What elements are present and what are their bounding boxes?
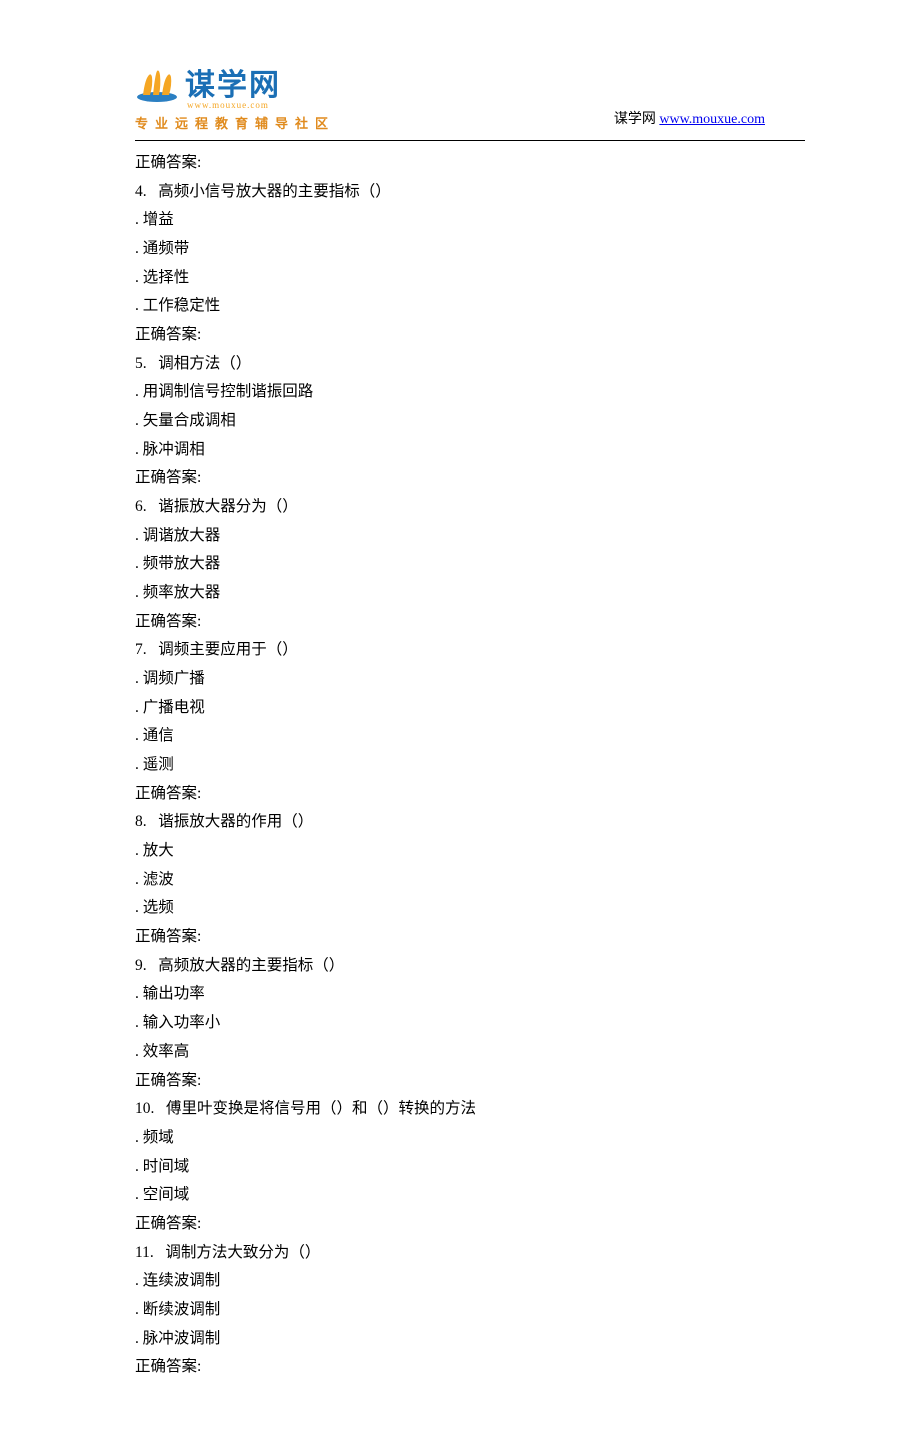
text-line: . 放大 <box>135 837 805 866</box>
text-line: 正确答案: <box>135 149 805 178</box>
text-line: . 输出功率 <box>135 980 805 1009</box>
text-line: . 遥测 <box>135 751 805 780</box>
document-body: 正确答案:4. 高频小信号放大器的主要指标（）. 增益. 通频带. 选择性. 工… <box>135 149 805 1382</box>
header-divider <box>135 140 805 141</box>
header-link[interactable]: www.mouxue.com <box>659 112 765 127</box>
text-line: . 增益 <box>135 206 805 235</box>
text-line: . 工作稳定性 <box>135 292 805 321</box>
text-line: . 调谐放大器 <box>135 522 805 551</box>
text-line: . 输入功率小 <box>135 1009 805 1038</box>
text-line: . 用调制信号控制谐振回路 <box>135 378 805 407</box>
logo-text-wrap: 谋学网 www.mouxue.com <box>185 60 281 110</box>
text-line: 正确答案: <box>135 1353 805 1382</box>
text-line: . 选择性 <box>135 264 805 293</box>
logo-block: 谋学网 www.mouxue.com 专业远程教育辅导社区 <box>135 60 335 132</box>
text-line: 8. 谐振放大器的作用（） <box>135 808 805 837</box>
text-line: . 通信 <box>135 722 805 751</box>
text-line: . 空间域 <box>135 1181 805 1210</box>
text-line: . 通频带 <box>135 235 805 264</box>
text-line: . 连续波调制 <box>135 1267 805 1296</box>
text-line: 4. 高频小信号放大器的主要指标（） <box>135 178 805 207</box>
text-line: 正确答案: <box>135 1067 805 1096</box>
text-line: 正确答案: <box>135 1210 805 1239</box>
text-line: . 频带放大器 <box>135 550 805 579</box>
text-line: . 调频广播 <box>135 665 805 694</box>
text-line: . 矢量合成调相 <box>135 407 805 436</box>
text-line: . 效率高 <box>135 1038 805 1067</box>
text-line: 正确答案: <box>135 321 805 350</box>
logo-url-small: www.mouxue.com <box>187 100 281 110</box>
text-line: . 时间域 <box>135 1153 805 1182</box>
logo-row: 谋学网 www.mouxue.com <box>135 60 335 110</box>
text-line: . 脉冲波调制 <box>135 1325 805 1354</box>
text-line: . 断续波调制 <box>135 1296 805 1325</box>
text-line: . 频率放大器 <box>135 579 805 608</box>
page-header: 谋学网 www.mouxue.com 专业远程教育辅导社区 谋学网 www.mo… <box>135 60 805 132</box>
text-line: . 滤波 <box>135 866 805 895</box>
text-line: 正确答案: <box>135 780 805 809</box>
text-line: . 选频 <box>135 894 805 923</box>
text-line: 9. 高频放大器的主要指标（） <box>135 952 805 981</box>
text-line: 10. 傅里叶变换是将信号用（）和（）转换的方法 <box>135 1095 805 1124</box>
text-line: 5. 调相方法（） <box>135 350 805 379</box>
text-line: . 广播电视 <box>135 694 805 723</box>
logo-icon <box>135 67 179 103</box>
text-line: 正确答案: <box>135 923 805 952</box>
header-right-prefix: 谋学网 <box>614 112 656 127</box>
logo-subtitle: 专业远程教育辅导社区 <box>135 113 335 132</box>
document-page: 谋学网 www.mouxue.com 专业远程教育辅导社区 谋学网 www.mo… <box>0 0 920 1442</box>
text-line: . 频域 <box>135 1124 805 1153</box>
logo-text: 谋学网 <box>185 60 281 104</box>
text-line: 6. 谐振放大器分为（） <box>135 493 805 522</box>
text-line: 11. 调制方法大致分为（） <box>135 1239 805 1268</box>
text-line: 正确答案: <box>135 608 805 637</box>
text-line: 正确答案: <box>135 464 805 493</box>
text-line: 7. 调频主要应用于（） <box>135 636 805 665</box>
text-line: . 脉冲调相 <box>135 436 805 465</box>
header-right: 谋学网 www.mouxue.com <box>614 108 765 132</box>
